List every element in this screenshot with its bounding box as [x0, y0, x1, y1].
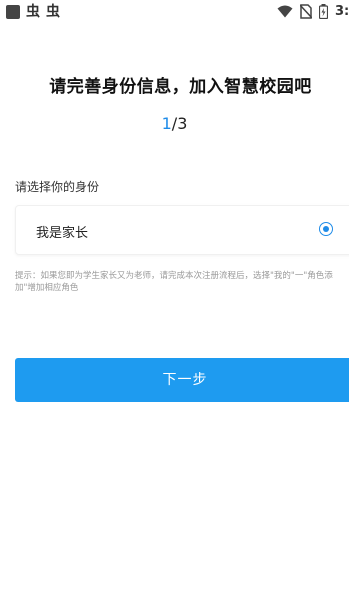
- no-sim-icon: [300, 4, 312, 19]
- app-notification-icon: 虫: [46, 4, 60, 20]
- status-bar-right: 3:: [277, 4, 349, 19]
- app-notification-icon: 虫: [26, 4, 40, 20]
- notification-square-icon: [6, 5, 20, 19]
- radio-selected-icon[interactable]: [319, 222, 333, 236]
- step-indicator: 1/3: [0, 114, 349, 133]
- hint-text: 提示：如果您即为学生家长又为老师，请完成本次注册流程后，选择"我的"一"角色添加…: [15, 271, 333, 293]
- identity-section-label: 请选择你的身份: [15, 180, 100, 194]
- radio-dot: [322, 225, 329, 232]
- next-step-button[interactable]: 下一步: [15, 358, 349, 402]
- identity-option-label: 我是家长: [36, 226, 89, 241]
- status-bar: 虫 虫 3:: [0, 0, 349, 28]
- step-total: /3: [171, 114, 188, 133]
- wifi-icon: [277, 5, 293, 18]
- identity-option-parent[interactable]: 我是家长: [15, 205, 349, 255]
- battery-icon: [319, 4, 328, 19]
- clock-text: 3:: [335, 4, 349, 19]
- status-bar-left: 虫 虫: [6, 4, 60, 20]
- step-current: 1: [161, 114, 172, 133]
- page-title: 请完善身份信息，加入智慧校园吧: [49, 77, 312, 97]
